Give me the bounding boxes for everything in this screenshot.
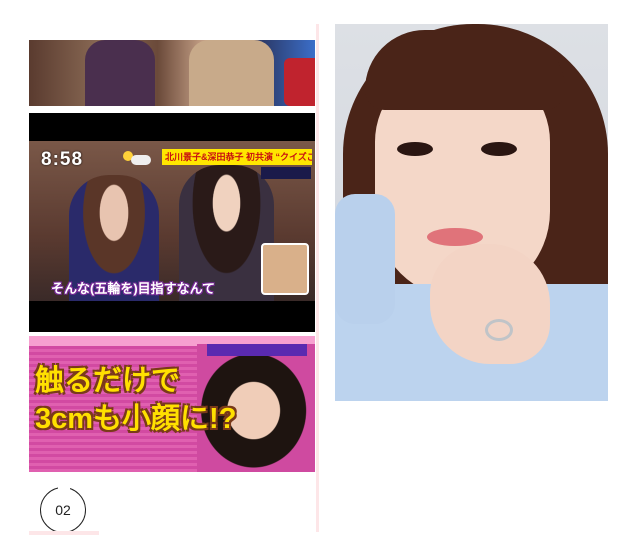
tv-still-middle-image: 8:58 北川景子&深田恭子 初共演 “クイズご長寿” そんな(五輪を)目指すな…	[29, 113, 315, 332]
ring	[485, 319, 513, 341]
tv-topic-banner: 北川景子&深田恭子 初共演 “クイズご長寿”	[162, 149, 312, 165]
person-silhouette	[189, 40, 274, 106]
bangs	[365, 30, 565, 110]
page-number-badge: 02	[40, 487, 86, 533]
weather-icon	[121, 149, 159, 169]
headline-line-1: 触るだけで	[35, 365, 181, 397]
right-eye	[481, 142, 517, 156]
tv-still-top-image	[29, 40, 315, 106]
column-divider	[316, 24, 319, 532]
badge-gap	[58, 484, 70, 492]
inset-face	[261, 243, 309, 295]
tv-still-bottom-image: 触るだけで 3cmも小顔に!?	[29, 336, 315, 472]
red-chair	[284, 58, 315, 106]
page-number: 02	[55, 502, 71, 518]
left-eye	[397, 142, 433, 156]
tv-clock: 8:58	[41, 149, 84, 170]
tv-tag	[207, 344, 307, 356]
arm	[335, 194, 395, 324]
bottom-accent-bar	[29, 531, 99, 535]
tv-sub-banner	[261, 167, 311, 179]
portrait-image	[335, 24, 608, 401]
tv-caption: そんな(五輪を)目指すなんて	[51, 281, 216, 296]
headline-text: 触るだけで 3cmも小顔に!?	[35, 362, 237, 438]
person-silhouette	[85, 40, 155, 106]
headline-line-2: 3cmも小顔に!?	[35, 403, 237, 435]
hand	[430, 244, 550, 364]
